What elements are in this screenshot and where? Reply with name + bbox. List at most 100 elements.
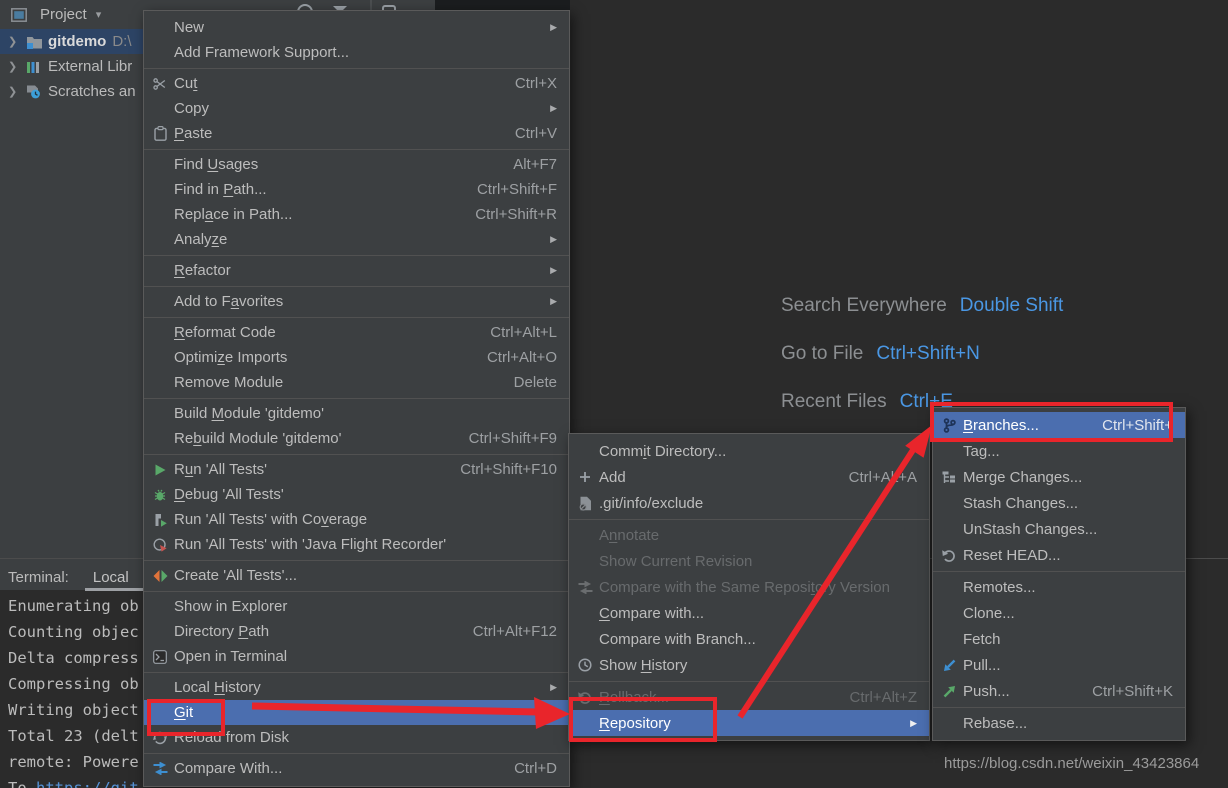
run-icon (150, 464, 170, 476)
menu-item-show-current-revision[interactable]: Show Current Revision (569, 548, 929, 574)
menu-item-compare-with-branch[interactable]: Compare with Branch... (569, 626, 929, 652)
menu-item-merge-changes[interactable]: Merge Changes... (933, 464, 1185, 490)
menu-item-label: Debug 'All Tests' (174, 486, 284, 503)
menu-item-add-to-favorites[interactable]: Add to Favorites ▶ (144, 289, 569, 314)
menu-item-find-usages[interactable]: Find Usages Alt+F7 (144, 152, 569, 177)
terminal-tab-local[interactable]: Local (84, 569, 159, 591)
menu-item-run-all-tests-with-coverage[interactable]: Run 'All Tests' with Coverage (144, 507, 569, 532)
menu-item-label: Commit Directory... (599, 442, 727, 460)
menu-separator (933, 706, 1185, 708)
menu-item-label: Rollback... (599, 688, 670, 706)
menu-item-local-history[interactable]: Local History ▶ (144, 675, 569, 700)
terminal-line: Compressing ob (8, 675, 139, 693)
menu-item-reformat-code[interactable]: Reformat Code Ctrl+Alt+L (144, 320, 569, 345)
submenu-arrow-icon: ▶ (550, 22, 557, 32)
menu-item-reset-head[interactable]: Reset HEAD... (933, 542, 1185, 568)
menu-item-shortcut: Delete (513, 374, 557, 391)
menu-item-repository[interactable]: Repository ▶ (569, 710, 929, 736)
project-panel: Project ▾ ❯ gitdemo D:\ ❯ External Libr ❯ Scra… (0, 0, 143, 558)
project-tree: ❯ gitdemo D:\ ❯ External Libr ❯ Scratches an (0, 29, 143, 104)
menu-item-git-info-exclude[interactable]: .git/info/exclude (569, 490, 929, 516)
menu-item-open-in-terminal[interactable]: Open in Terminal (144, 644, 569, 669)
chevron-right-icon[interactable]: ❯ (8, 85, 26, 98)
menu-item-find-in-path[interactable]: Find in Path... Ctrl+Shift+F (144, 177, 569, 202)
menu-item-copy[interactable]: Copy ▶ (144, 96, 569, 121)
menu-separator (144, 671, 569, 673)
menu-item-reload-from-disk[interactable]: Reload from Disk (144, 725, 569, 750)
menu-item-label: Reset HEAD... (963, 546, 1061, 564)
menu-item-rebase[interactable]: Rebase... (933, 710, 1185, 736)
tree-item-external-libr[interactable]: ❯ External Libr (0, 54, 143, 79)
menu-item-compare-with[interactable]: Compare with... (569, 600, 929, 626)
menu-item-shortcut: Ctrl+V (514, 125, 557, 142)
menu-item-run-all-tests-with-java-flight-recorder[interactable]: Run 'All Tests' with 'Java Flight Record… (144, 532, 569, 557)
tree-item-label: Scratches an (48, 83, 136, 100)
menu-item-label: Show Current Revision (599, 552, 753, 570)
menu-item-refactor[interactable]: Refactor ▶ (144, 258, 569, 283)
menu-item-branches[interactable]: Branches... Ctrl+Shift+ (933, 412, 1185, 438)
menu-item-compare-with-the-same-repository-version[interactable]: Compare with the Same Repository Version (569, 574, 929, 600)
menu-item-label: Replace in Path... (174, 206, 293, 223)
watermark-url: https://blog.csdn.net/weixin_43423864 (944, 755, 1200, 772)
menu-item-debug-all-tests[interactable]: Debug 'All Tests' (144, 482, 569, 507)
menu-item-rebuild-module-gitdemo[interactable]: Rebuild Module 'gitdemo' Ctrl+Shift+F9 (144, 426, 569, 451)
menu-item-shortcut: Ctrl+Alt+O (486, 349, 557, 366)
menu-item-shortcut: Ctrl+Shift+K (1092, 682, 1173, 700)
menu-item-commit-directory[interactable]: Commit Directory... (569, 438, 929, 464)
hint-label: Search Everywhere (781, 295, 947, 316)
menu-item-build-module-gitdemo[interactable]: Build Module 'gitdemo' (144, 401, 569, 426)
menu-item-directory-path[interactable]: Directory Path Ctrl+Alt+F12 (144, 619, 569, 644)
menu-item-fetch[interactable]: Fetch (933, 626, 1185, 652)
menu-item-show-in-explorer[interactable]: Show in Explorer (144, 594, 569, 619)
menu-item-analyze[interactable]: Analyze ▶ (144, 227, 569, 252)
menu-item-label: Pull... (963, 656, 1001, 674)
submenu-arrow-icon: ▶ (550, 234, 557, 244)
menu-item-label: Run 'All Tests' with Coverage (174, 511, 368, 528)
menu-item-add-framework-support[interactable]: Add Framework Support... (144, 40, 569, 65)
menu-item-label: Tag... (963, 442, 1000, 460)
terminal-output[interactable]: Enumerating ob Counting objec Delta compre… (8, 593, 139, 788)
menu-item-add[interactable]: Add Ctrl+Alt+A (569, 464, 929, 490)
menu-item-remotes[interactable]: Remotes... (933, 574, 1185, 600)
menu-item-compare-with[interactable]: Compare With... Ctrl+D (144, 756, 569, 781)
menu-item-rollback[interactable]: Rollback... Ctrl+Alt+Z (569, 684, 929, 710)
menu-item-pull[interactable]: Pull... (933, 652, 1185, 678)
menu-item-label: Rebuild Module 'gitdemo' (174, 430, 342, 447)
tree-item-scratches-an[interactable]: ❯ Scratches an (0, 79, 143, 104)
menu-item-label: Copy (174, 100, 210, 117)
menu-separator (144, 590, 569, 592)
menu-item-paste[interactable]: Paste Ctrl+V (144, 121, 569, 146)
menu-item-create-all-tests[interactable]: Create 'All Tests'... (144, 563, 569, 588)
menu-item-push[interactable]: Push... Ctrl+Shift+K (933, 678, 1185, 704)
menu-item-run-all-tests[interactable]: Run 'All Tests' Ctrl+Shift+F10 (144, 457, 569, 482)
menu-item-tag[interactable]: Tag... (933, 438, 1185, 464)
menu-separator (569, 680, 929, 682)
menu-item-shortcut: Ctrl+Alt+A (848, 468, 917, 486)
menu-item-remove-module[interactable]: Remove Module Delete (144, 370, 569, 395)
menu-item-label: Repository (599, 714, 671, 732)
menu-item-new[interactable]: New ▶ (144, 15, 569, 40)
menu-item-replace-in-path[interactable]: Replace in Path... Ctrl+Shift+R (144, 202, 569, 227)
project-context-menu: New ▶ Add Framework Support... Cut Ctrl+X Cop… (143, 10, 570, 787)
menu-item-label: Annotate (599, 526, 660, 544)
menu-item-cut[interactable]: Cut Ctrl+X (144, 71, 569, 96)
tree-item-gitdemo[interactable]: ❯ gitdemo D:\ (0, 29, 143, 54)
chevron-down-icon[interactable]: ▾ (96, 8, 102, 21)
menu-item-git[interactable]: Git (144, 700, 569, 725)
menu-item-label: Create 'All Tests'... (174, 567, 297, 584)
chevron-right-icon[interactable]: ❯ (8, 60, 26, 73)
hint-shortcut: Ctrl+Shift+N (876, 343, 980, 364)
menu-item-clone[interactable]: Clone... (933, 600, 1185, 626)
project-panel-header[interactable]: Project ▾ (0, 0, 143, 29)
hint-shortcut: Double Shift (959, 295, 1064, 316)
menu-item-show-history[interactable]: Show History (569, 652, 929, 678)
menu-item-shortcut: Ctrl+Shift+F9 (468, 430, 557, 447)
menu-item-label: Stash Changes... (963, 494, 1079, 512)
terminal-line: Enumerating ob (8, 597, 139, 615)
menu-item-optimize-imports[interactable]: Optimize Imports Ctrl+Alt+O (144, 345, 569, 370)
menu-item-annotate[interactable]: Annotate (569, 522, 929, 548)
chevron-right-icon[interactable]: ❯ (8, 35, 26, 48)
merge-icon (939, 471, 959, 484)
menu-item-stash-changes[interactable]: Stash Changes... (933, 490, 1185, 516)
menu-item-unstash-changes[interactable]: UnStash Changes... (933, 516, 1185, 542)
